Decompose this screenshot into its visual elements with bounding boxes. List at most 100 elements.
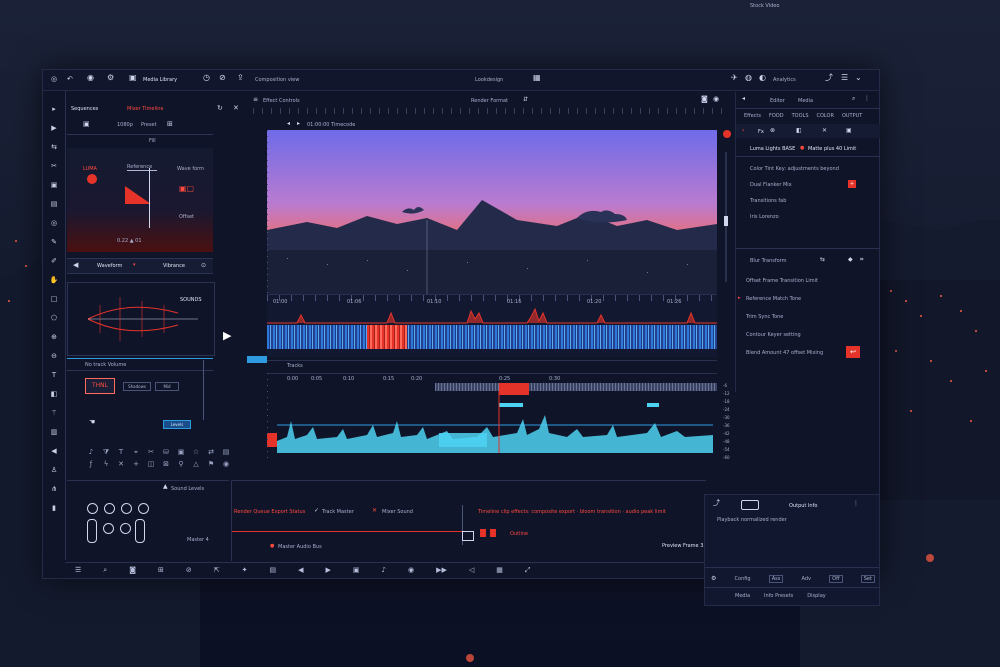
viewer-record-button[interactable] bbox=[723, 130, 731, 138]
brush-icon[interactable]: ✐ bbox=[49, 256, 59, 266]
target-icon[interactable]: ◎ bbox=[49, 218, 59, 228]
filter-icon[interactable]: ⧩ bbox=[100, 448, 112, 457]
composition-tab[interactable]: Composition view bbox=[255, 77, 299, 83]
media-icon[interactable]: ▣ bbox=[49, 180, 59, 190]
knob-4[interactable] bbox=[138, 503, 149, 514]
scissors-icon[interactable]: ✂ bbox=[145, 448, 157, 457]
shadows-button[interactable]: Shadows bbox=[123, 382, 151, 391]
viewer-next-icon[interactable]: ▸ bbox=[297, 120, 300, 128]
audio-scrubber[interactable] bbox=[435, 383, 717, 391]
bt-crop-icon[interactable]: ⊞ bbox=[158, 566, 164, 574]
right-item-2[interactable]: Dual Flanker Mix bbox=[750, 182, 792, 188]
audio-record-button[interactable] bbox=[267, 433, 277, 447]
text-icon[interactable]: T bbox=[49, 370, 59, 380]
hand-pointer-icon[interactable]: ☚ bbox=[89, 418, 95, 426]
scope-red-icon[interactable]: ▣▢ bbox=[179, 184, 194, 193]
clip-track[interactable] bbox=[267, 325, 717, 349]
eye-icon[interactable]: ◉ bbox=[220, 460, 232, 469]
nav-toggle-icon[interactable]: ⊙ bbox=[201, 262, 206, 270]
mask-icon[interactable]: ◧ bbox=[49, 389, 59, 399]
crop-icon[interactable]: ⊞ bbox=[167, 120, 173, 128]
grid-icon[interactable]: ▦ bbox=[533, 74, 541, 82]
x-icon[interactable]: ✕ bbox=[115, 460, 127, 469]
chevron-down-icon[interactable]: ⌄ bbox=[855, 74, 862, 82]
bars-icon[interactable]: ▮ bbox=[49, 503, 59, 513]
right-tab-media[interactable]: Media bbox=[798, 98, 813, 104]
right-item-3[interactable]: Transitions fab bbox=[750, 198, 786, 204]
right-toolbar-icon-d[interactable]: ▣ bbox=[846, 127, 852, 135]
nav-waveform-label[interactable]: Waveform bbox=[97, 263, 122, 269]
flag-icon[interactable]: ⚑ bbox=[205, 460, 217, 469]
right-item-4[interactable]: Iris Lorenzo bbox=[750, 214, 779, 220]
output-footer-media[interactable]: Media bbox=[735, 593, 750, 599]
star-icon[interactable]: ☆ bbox=[190, 448, 202, 457]
right-tab-editor[interactable]: Editor bbox=[770, 98, 785, 104]
tab-preset[interactable]: Preset bbox=[141, 122, 157, 128]
analytics-label[interactable]: Analytics bbox=[773, 77, 796, 83]
right-more-icon[interactable]: ⋮ bbox=[864, 95, 870, 103]
bt-next-icon[interactable]: ▶▶ bbox=[436, 566, 447, 574]
output-btn-ass[interactable]: Ass bbox=[768, 575, 784, 583]
fader-left[interactable] bbox=[87, 519, 97, 543]
viewer-prev-icon[interactable]: ◂ bbox=[287, 120, 290, 128]
viewer-camera-icon[interactable]: ◙ bbox=[701, 95, 708, 103]
bt-image-icon[interactable]: ▣ bbox=[353, 566, 360, 574]
wand-icon[interactable]: ⚚ bbox=[49, 408, 59, 418]
subtab-effects[interactable]: Effects bbox=[744, 113, 761, 119]
right-item-5-icon-a[interactable]: ⇆ bbox=[820, 256, 825, 264]
mixer-timeline-label[interactable]: Mixer Timeline bbox=[127, 106, 164, 112]
arrows-icon[interactable]: ⇄ bbox=[205, 448, 217, 457]
bt-layer-icon[interactable]: ▤ bbox=[270, 566, 277, 574]
left-arrow-icon[interactable]: ◀ bbox=[49, 446, 59, 456]
person-icon[interactable]: ♙ bbox=[49, 465, 59, 475]
effect-controls-label[interactable]: Effect Controls bbox=[263, 98, 300, 104]
bt-link-icon[interactable]: ⊘ bbox=[186, 566, 192, 574]
tag-icon[interactable]: ⌖ bbox=[130, 448, 142, 457]
razor-icon[interactable]: ✂ bbox=[49, 161, 59, 171]
subtab-tools[interactable]: TOOLS bbox=[792, 113, 809, 119]
prev-icon[interactable]: ◀ bbox=[73, 261, 78, 269]
right-item-10[interactable]: Blend Amount 47 offset Mixing bbox=[746, 350, 823, 356]
ripple-icon[interactable]: ⇆ bbox=[49, 142, 59, 152]
check-icon[interactable]: ✓ bbox=[314, 507, 319, 515]
viewer-sync-icon[interactable]: ⇵ bbox=[523, 96, 528, 104]
right-chevron-icon[interactable]: › bbox=[742, 127, 744, 134]
link-icon[interactable]: ⊘ bbox=[219, 74, 226, 82]
pin-icon[interactable]: ✈ bbox=[731, 74, 738, 82]
output-btn-config[interactable]: Config bbox=[735, 576, 751, 582]
bt-record-icon[interactable]: ◉ bbox=[408, 566, 414, 574]
track-select-tab[interactable] bbox=[247, 356, 267, 363]
look-design-tab[interactable]: Lookdesign bbox=[475, 77, 503, 83]
mid-button[interactable]: Mid bbox=[155, 382, 179, 391]
right-toolbar-icon-c[interactable]: ✕ bbox=[822, 127, 827, 135]
globe-icon[interactable]: ◐ bbox=[759, 74, 766, 82]
square-icon[interactable]: □ bbox=[49, 294, 59, 304]
right-item-8[interactable]: Trim Sync Tone bbox=[746, 314, 783, 320]
knob-2[interactable] bbox=[104, 503, 115, 514]
tri-icon[interactable]: △ bbox=[190, 460, 202, 469]
levels-button[interactable]: Levels bbox=[163, 420, 191, 429]
knob-6[interactable] bbox=[120, 523, 131, 534]
clip-b[interactable] bbox=[490, 529, 496, 537]
bolt-icon[interactable]: ϟ bbox=[100, 460, 112, 469]
sequences-label[interactable]: Sequences bbox=[71, 106, 98, 112]
undo-icon[interactable]: ↶ bbox=[67, 75, 73, 83]
right-toolbar-icon-b[interactable]: ◧ bbox=[796, 127, 802, 135]
clock-icon[interactable]: ◷ bbox=[203, 74, 210, 82]
output-toggle[interactable] bbox=[741, 500, 759, 510]
thnl-badge[interactable]: THNL bbox=[85, 378, 115, 394]
cube-icon[interactable]: ◫ bbox=[145, 460, 157, 469]
hand-icon[interactable]: ✋ bbox=[49, 275, 59, 285]
share-icon[interactable]: ⤴ bbox=[825, 74, 833, 82]
clip-a[interactable] bbox=[480, 529, 486, 537]
box2-icon[interactable]: ▣ bbox=[175, 448, 187, 457]
right-item-6[interactable]: Offset Frame Transition Limit bbox=[746, 278, 818, 284]
output-gear-icon[interactable]: ⚙ bbox=[711, 575, 716, 583]
export-icon[interactable]: ⇪ bbox=[237, 74, 244, 82]
knob-5[interactable] bbox=[103, 523, 114, 534]
right-item-0-red[interactable]: Matte plus 40 Limit bbox=[808, 146, 856, 152]
viewer-scroll-handle[interactable] bbox=[724, 216, 728, 226]
fx-icon[interactable]: ƒ bbox=[85, 460, 97, 469]
right-item-2-add[interactable]: + bbox=[848, 180, 856, 188]
bt-play-icon[interactable]: ▶ bbox=[326, 566, 331, 574]
